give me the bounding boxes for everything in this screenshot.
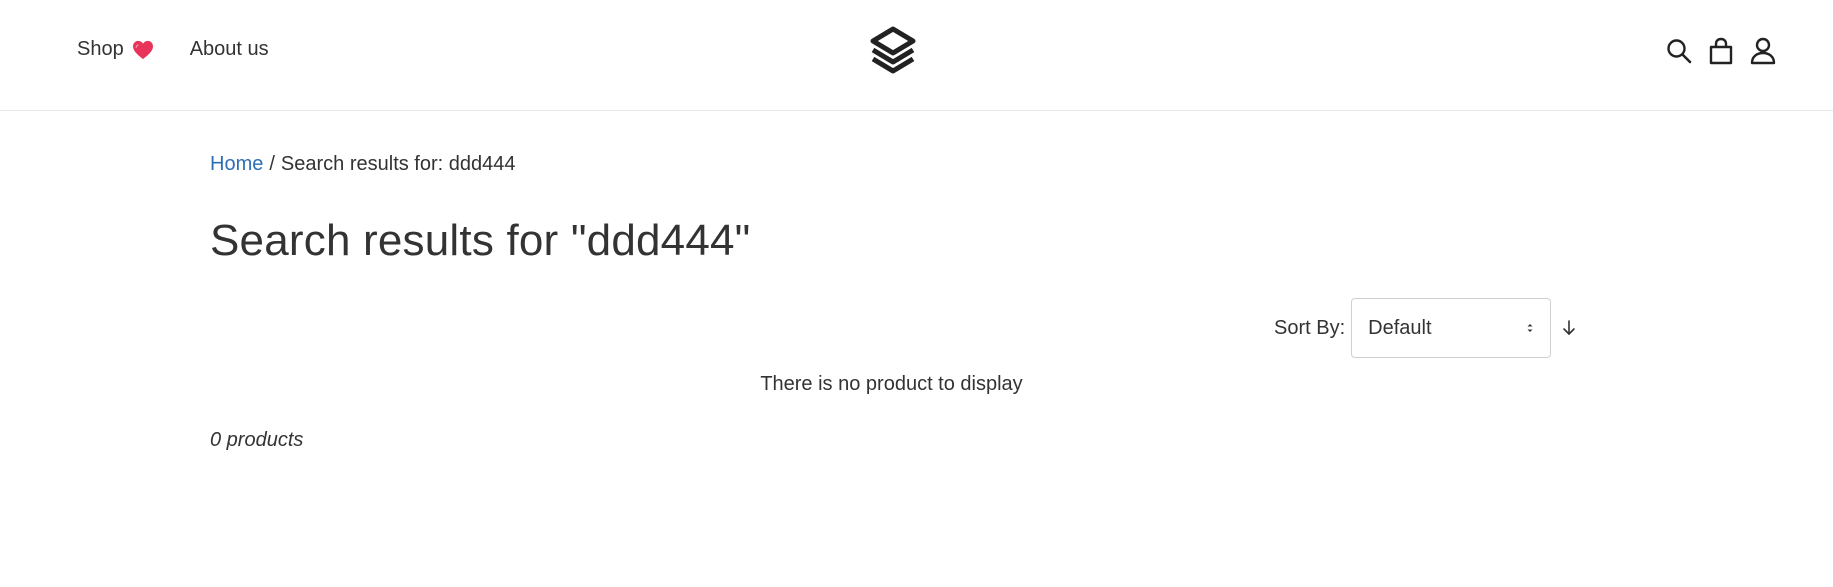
sort-selected-value: Default	[1368, 316, 1432, 339]
sort-select[interactable]: Default	[1351, 298, 1552, 358]
breadcrumb-current: Search results for: ddd444	[280, 153, 516, 175]
site-header: Shop About us	[0, 0, 1833, 111]
shopping-bag-icon[interactable]	[1706, 36, 1736, 66]
page-title: Search results for "ddd444"	[210, 216, 751, 265]
nav-shop-link[interactable]: Shop	[77, 38, 154, 61]
select-arrows-icon	[1527, 324, 1533, 332]
nav-shop-label: Shop	[77, 38, 124, 60]
breadcrumb-home-link[interactable]: Home	[210, 153, 263, 175]
empty-results-message: There is no product to display	[760, 373, 1023, 395]
main-nav: Shop About us	[77, 38, 269, 61]
sort-bar: Sort By: Default	[1274, 298, 1579, 358]
user-icon[interactable]	[1748, 36, 1778, 66]
breadcrumb-separator: /	[269, 153, 275, 175]
sort-label: Sort By:	[1274, 316, 1346, 339]
search-icon[interactable]	[1664, 36, 1694, 66]
sort-direction-arrow-icon[interactable]	[1559, 317, 1579, 339]
site-logo-icon[interactable]	[869, 26, 917, 78]
breadcrumb: Home / Search results for: ddd444	[210, 153, 516, 176]
heart-icon	[132, 40, 153, 59]
header-actions	[1652, 36, 1778, 66]
product-count: 0 products	[210, 429, 304, 451]
nav-about-link[interactable]: About us	[190, 38, 269, 61]
